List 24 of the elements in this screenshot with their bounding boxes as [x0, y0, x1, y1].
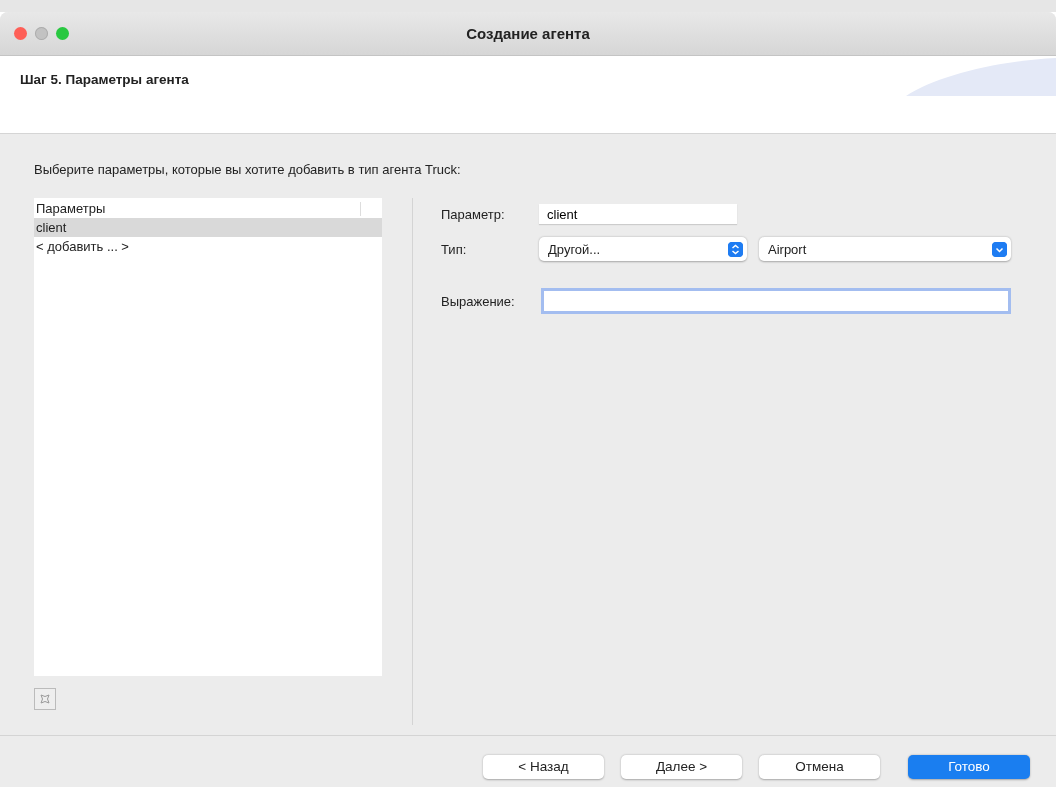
step-title: Шаг 5. Параметры агента [20, 72, 189, 87]
class-dropdown[interactable]: Airport [759, 237, 1011, 261]
column-header[interactable]: Параметры [36, 200, 106, 216]
type-label: Тип: [441, 241, 468, 257]
expression-label: Выражение: [441, 293, 516, 309]
dialog-button[interactable]: Готово [908, 754, 1030, 779]
chevron-down-icon [992, 241, 1007, 257]
parameter-field[interactable]: client [539, 204, 737, 224]
window-title: Создание агента [466, 25, 590, 42]
cross-icon [38, 692, 52, 706]
stepper-icon [728, 241, 743, 257]
list-item[interactable]: client [34, 218, 382, 237]
zoom-button[interactable] [56, 27, 69, 40]
parameter-label: Параметр: [441, 206, 506, 222]
expression-field[interactable] [541, 288, 1011, 314]
dialog-button[interactable]: Далее > [621, 754, 742, 779]
minimize-button[interactable] [35, 27, 48, 40]
close-button[interactable] [14, 27, 27, 40]
instruction-text: Выберите параметры, которые вы хотите добавить в тип агента Truck: [34, 162, 462, 177]
list-item[interactable]: < добавить ... > [34, 237, 382, 256]
dialog-button[interactable]: < Назад [483, 754, 604, 779]
delete-button[interactable] [34, 688, 56, 710]
dialog-button[interactable]: Отмена [759, 754, 880, 779]
type-dropdown[interactable]: Другой... [539, 237, 747, 261]
